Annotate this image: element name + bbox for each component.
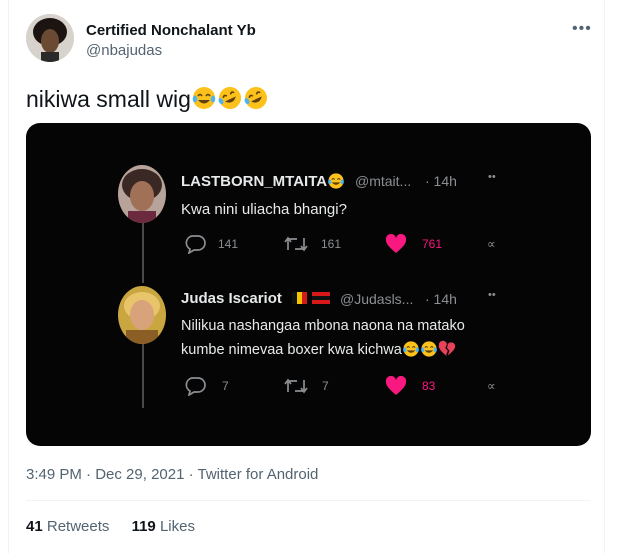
- heart-icon: [385, 233, 407, 259]
- laugh-emoji: [402, 340, 420, 362]
- retweets-label: Retweets: [46, 518, 110, 535]
- avatar-image: [26, 14, 74, 62]
- laugh-emoji: [420, 340, 438, 362]
- tweet-card: Certified Nonchalant Yb @nbajudas ••• ni…: [8, 0, 605, 553]
- more-icon[interactable]: •••: [572, 20, 592, 38]
- reply-2-time: · 14h: [425, 291, 457, 307]
- reply-2-text-line-2-text: kumbe nimevaa boxer kwa kichwa: [181, 342, 402, 358]
- retweets-stat[interactable]: 41 Retweets: [26, 518, 109, 535]
- share-icon: ∝: [487, 237, 496, 251]
- reply-1-text: Kwa nini uliacha bhangi?: [181, 201, 347, 218]
- author-handle[interactable]: @nbajudas: [86, 42, 162, 59]
- tweet-source[interactable]: Twitter for Android: [198, 466, 319, 483]
- reply-1-time: · 14h: [425, 173, 457, 189]
- reply-icon: [184, 376, 206, 401]
- meta-separator: ·: [184, 466, 198, 483]
- reply-2-name-text: Judas Iscariot: [181, 290, 282, 307]
- rofl-emoji: [243, 85, 269, 117]
- likes-count: 119: [131, 518, 156, 535]
- more-icon: ••: [488, 171, 496, 183]
- reply-2-text-line-1: Nilikua nashangaa mbona naona na matako: [181, 318, 465, 334]
- reply-2-avatar: [118, 286, 166, 344]
- broken-heart-emoji: [438, 340, 456, 362]
- tweet-date[interactable]: Dec 29, 2021: [95, 466, 184, 483]
- flag-icon: [292, 291, 332, 310]
- reply-1-like-count: 761: [422, 237, 443, 251]
- reply-1-name: LASTBORN_MTAITA: [181, 172, 345, 194]
- laugh-emoji: [327, 172, 345, 194]
- retweet-icon: [284, 235, 308, 258]
- reply-2-retweet-count: 7: [322, 379, 329, 393]
- avatar[interactable]: [26, 14, 74, 62]
- reply-2-handle: @Judasls...: [340, 291, 414, 307]
- more-icon: ••: [488, 289, 496, 301]
- likes-stat[interactable]: 119 Likes: [132, 518, 195, 535]
- reply-1-name-text: LASTBORN_MTAITA: [181, 173, 328, 190]
- tweet-text: nikiwa small wig: [26, 85, 269, 117]
- divider: [26, 500, 591, 501]
- reply-2-like-count: 83: [422, 379, 436, 393]
- reply-1-reply-count: 141: [218, 237, 239, 251]
- tweet-media-screenshot[interactable]: LASTBORN_MTAITA @mtait... · 14h •• Kwa n…: [26, 123, 591, 446]
- reply-1-avatar: [118, 165, 166, 223]
- tweet-time[interactable]: 3:49 PM: [26, 466, 82, 483]
- tweet-text-content: nikiwa small wig: [26, 86, 191, 112]
- reply-1-handle: @mtait...: [355, 173, 412, 189]
- laugh-emoji: [191, 85, 217, 117]
- meta-separator: ·: [81, 466, 96, 483]
- reply-2-name: Judas Iscariot: [181, 290, 282, 307]
- reply-2-reply-count: 7: [222, 379, 229, 393]
- retweet-icon: [284, 377, 308, 400]
- share-icon: ∝: [487, 379, 496, 393]
- retweets-count: 41: [26, 518, 43, 535]
- tweet-meta: 3:49 PM · Dec 29, 2021 · Twitter for And…: [26, 466, 318, 483]
- reply-1-retweet-count: 161: [321, 237, 342, 251]
- heart-icon: [385, 375, 407, 401]
- author-name[interactable]: Certified Nonchalant Yb: [86, 22, 256, 39]
- reply-icon: [184, 234, 206, 259]
- reply-2-text-line-2: kumbe nimevaa boxer kwa kichwa: [181, 340, 456, 362]
- rofl-emoji: [217, 85, 243, 117]
- tweet-stats: 41 Retweets 119 Likes: [26, 518, 213, 535]
- likes-label: Likes: [159, 518, 195, 535]
